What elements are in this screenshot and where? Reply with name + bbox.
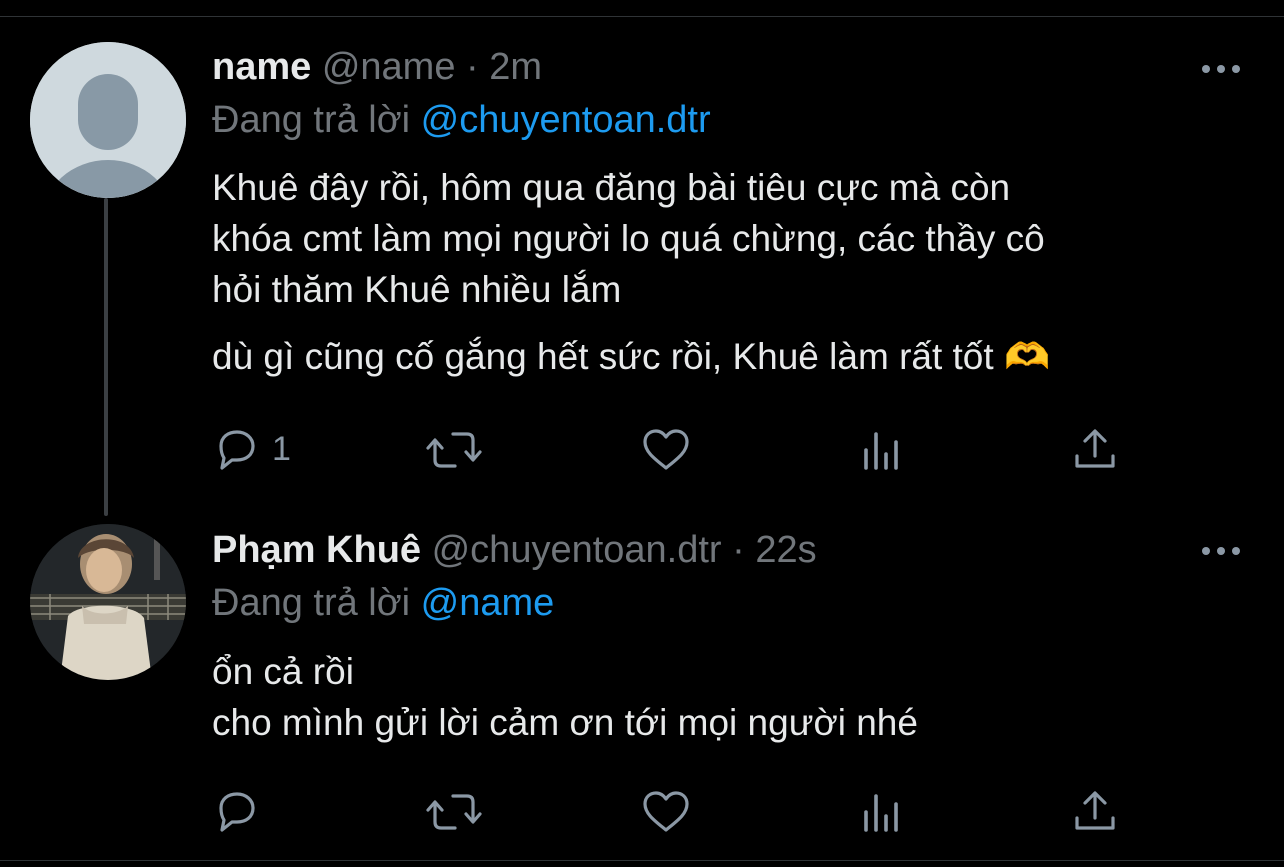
more-icon-dot <box>1232 65 1240 73</box>
handle[interactable]: @chuyentoan.dtr <box>432 529 722 571</box>
tweet-text: Khuê đây rồi, hôm qua đăng bài tiêu cực … <box>212 162 1050 382</box>
like-icon <box>643 791 689 832</box>
tweet-text-line: dù gì cũng cố gắng hết sức rồi, Khuê làm… <box>212 336 1051 377</box>
retweet-button[interactable] <box>425 426 483 474</box>
views-button[interactable] <box>860 426 904 474</box>
reply-icon <box>219 792 255 832</box>
like-button[interactable] <box>640 788 692 836</box>
retweet-icon <box>426 432 482 468</box>
avatar-photo[interactable] <box>30 524 186 680</box>
more-icon-dot <box>1217 547 1225 555</box>
timestamp[interactable]: 22s <box>755 529 816 571</box>
tweet-text: ổn cả rồi cho mình gửi lời cảm ơn tới mọ… <box>212 646 918 748</box>
handle[interactable]: @name <box>322 46 456 88</box>
retweet-icon <box>426 794 482 830</box>
bottom-divider <box>0 860 1284 861</box>
display-name[interactable]: name <box>212 46 311 88</box>
retweet-button[interactable] <box>425 788 483 836</box>
mention-link[interactable]: @chuyentoan.dtr <box>421 99 711 141</box>
share-button[interactable] <box>1072 788 1118 836</box>
more-icon <box>1202 65 1210 73</box>
top-divider <box>0 16 1284 17</box>
more-button[interactable] <box>1198 536 1244 566</box>
separator: · <box>466 46 479 88</box>
share-button[interactable] <box>1072 426 1118 474</box>
thread-connector <box>104 198 108 516</box>
avatar-default[interactable] <box>30 42 186 198</box>
tweet-text-line: hỏi thăm Khuê nhiều lắm <box>212 269 622 310</box>
mention-link[interactable]: @name <box>421 582 555 624</box>
more-button[interactable] <box>1198 54 1244 84</box>
reply-icon <box>219 430 255 470</box>
more-icon-dot <box>1232 547 1240 555</box>
views-button[interactable] <box>860 788 904 836</box>
share-icon <box>1075 791 1115 830</box>
default-avatar-icon <box>30 42 186 198</box>
views-icon <box>864 432 898 470</box>
more-icon <box>1202 547 1210 555</box>
reply-button[interactable]: 1 <box>212 426 302 474</box>
replying-to: Đang trả lời @name <box>212 580 554 626</box>
replying-to: Đang trả lời @chuyentoan.dtr <box>212 97 711 143</box>
replying-label: Đang trả lời <box>212 582 411 624</box>
replying-label: Đang trả lời <box>212 99 411 141</box>
more-icon-dot <box>1217 65 1225 73</box>
tweet-text-line: cho mình gửi lời cảm ơn tới mọi người nh… <box>212 702 918 743</box>
tweet-text-line: khóa cmt làm mọi người lo quá chừng, các… <box>212 218 1045 259</box>
reply-button[interactable] <box>212 788 302 836</box>
timestamp[interactable]: 2m <box>489 46 542 88</box>
like-icon <box>643 429 689 470</box>
tweet-text-line: Khuê đây rồi, hôm qua đăng bài tiêu cực … <box>212 167 1011 208</box>
tweet-header: Phạm Khuê @chuyentoan.dtr · 22s <box>212 527 817 573</box>
like-button[interactable] <box>640 426 692 474</box>
reply-count: 1 <box>272 430 291 468</box>
display-name[interactable]: Phạm Khuê <box>212 529 421 571</box>
views-icon <box>864 794 898 832</box>
tweet-text-line: ổn cả rồi <box>212 651 354 692</box>
separator: · <box>732 529 745 571</box>
tweet-header: name @name · 2m <box>212 44 542 90</box>
profile-photo-icon <box>30 524 186 680</box>
share-icon <box>1075 429 1115 468</box>
